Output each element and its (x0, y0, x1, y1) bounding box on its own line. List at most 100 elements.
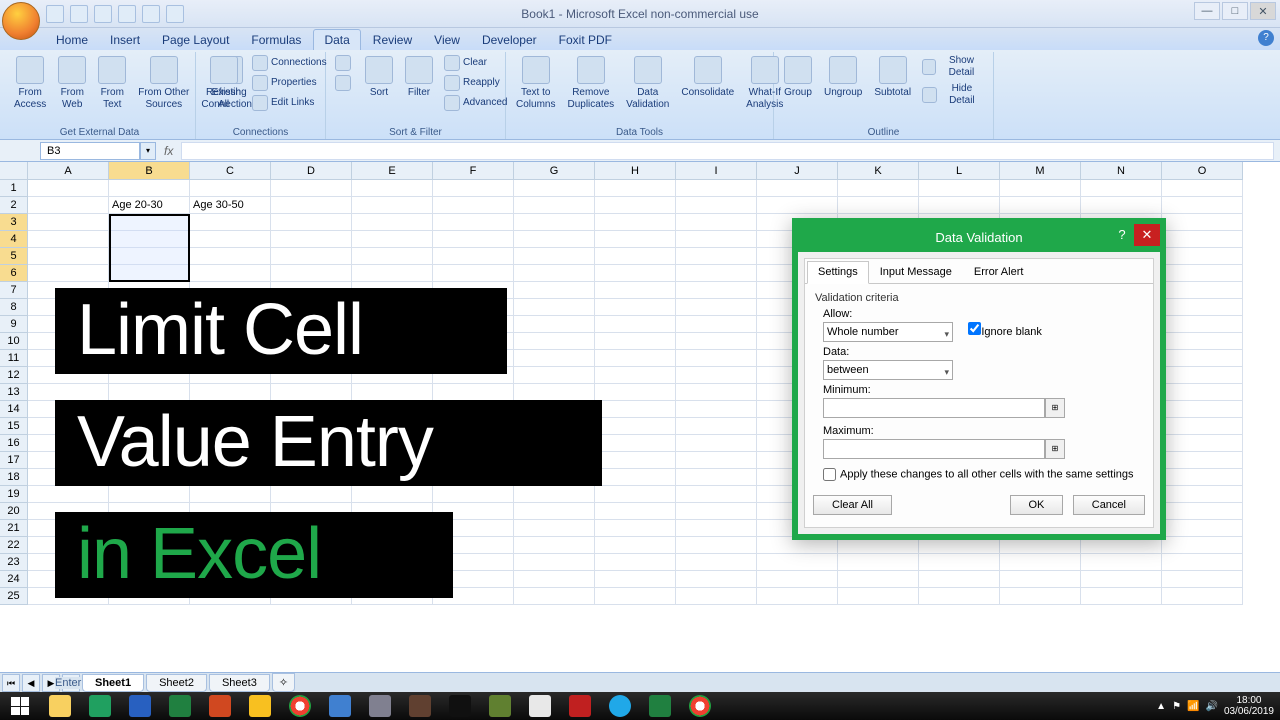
cell[interactable] (1162, 588, 1243, 605)
cell[interactable] (352, 265, 433, 282)
col-header[interactable]: M (1000, 162, 1081, 180)
cell[interactable] (595, 316, 676, 333)
row-header[interactable]: 19 (0, 486, 28, 503)
sheet-tab[interactable]: Sheet1 (82, 674, 144, 692)
cell[interactable] (595, 367, 676, 384)
taskbar-cmd-icon[interactable] (440, 692, 480, 720)
cell[interactable] (1162, 537, 1243, 554)
cell[interactable] (514, 367, 595, 384)
cell[interactable] (676, 554, 757, 571)
cell[interactable] (676, 248, 757, 265)
taskbar-calc-icon[interactable] (640, 692, 680, 720)
cell[interactable] (1162, 197, 1243, 214)
cell[interactable] (757, 180, 838, 197)
cell[interactable] (190, 248, 271, 265)
cell[interactable] (1000, 571, 1081, 588)
cell[interactable] (190, 214, 271, 231)
cell[interactable] (514, 571, 595, 588)
row-header[interactable]: 9 (0, 316, 28, 333)
cell[interactable] (190, 231, 271, 248)
tray-up-icon[interactable]: ▲ (1156, 701, 1166, 712)
minimum-range-icon[interactable]: ⊞ (1045, 398, 1065, 418)
ignore-blank-checkbox[interactable] (968, 322, 981, 335)
cell[interactable] (1162, 435, 1243, 452)
cell[interactable] (676, 537, 757, 554)
cell[interactable] (838, 571, 919, 588)
cell[interactable] (1162, 452, 1243, 469)
cell[interactable] (676, 452, 757, 469)
cell[interactable] (595, 554, 676, 571)
row-header[interactable]: 15 (0, 418, 28, 435)
cell[interactable] (1000, 180, 1081, 197)
system-tray[interactable]: ▲ ⚑ 📶 🔊 18:00 03/06/2019 (1156, 695, 1280, 717)
col-header[interactable]: J (757, 162, 838, 180)
tab-error-alert[interactable]: Error Alert (963, 261, 1035, 283)
office-button[interactable] (2, 2, 40, 40)
cell[interactable] (271, 180, 352, 197)
cell[interactable] (757, 588, 838, 605)
from-text-button[interactable]: From Text (94, 54, 130, 113)
cell[interactable] (676, 486, 757, 503)
name-box-dropdown-icon[interactable]: ▾ (140, 142, 156, 160)
cell[interactable] (1162, 248, 1243, 265)
row-header[interactable]: 14 (0, 401, 28, 418)
cell[interactable] (676, 282, 757, 299)
tab-formulas[interactable]: Formulas (241, 30, 311, 50)
connections-button[interactable]: Connections (249, 54, 330, 72)
cell[interactable] (1162, 333, 1243, 350)
row-header[interactable]: 24 (0, 571, 28, 588)
cell[interactable] (595, 537, 676, 554)
cell[interactable] (676, 197, 757, 214)
tray-volume-icon[interactable]: 🔊 (1205, 701, 1217, 712)
cell[interactable] (271, 214, 352, 231)
cell[interactable] (514, 537, 595, 554)
cell[interactable] (676, 299, 757, 316)
row-header[interactable]: 2 (0, 197, 28, 214)
cell[interactable] (595, 265, 676, 282)
cell[interactable] (595, 486, 676, 503)
cell[interactable] (514, 214, 595, 231)
cell[interactable] (676, 367, 757, 384)
cell[interactable] (676, 588, 757, 605)
cell[interactable] (352, 384, 433, 401)
cell[interactable] (1162, 299, 1243, 316)
cell[interactable] (28, 265, 109, 282)
sheet-tab[interactable]: Sheet2 (146, 674, 207, 692)
cell[interactable]: Age 20-30 (109, 197, 190, 214)
reapply-button[interactable]: Reapply (441, 74, 510, 92)
cell[interactable] (352, 180, 433, 197)
cell[interactable] (433, 384, 514, 401)
clear-button[interactable]: Clear (441, 54, 510, 72)
cell[interactable] (109, 384, 190, 401)
cell[interactable] (1000, 554, 1081, 571)
col-header[interactable]: E (352, 162, 433, 180)
sort-za-button[interactable] (332, 74, 357, 92)
formula-input[interactable] (181, 142, 1274, 160)
row-header[interactable]: 10 (0, 333, 28, 350)
cell[interactable] (271, 197, 352, 214)
cell[interactable] (1162, 350, 1243, 367)
tab-view[interactable]: View (424, 30, 470, 50)
tab-insert[interactable]: Insert (100, 30, 150, 50)
cell[interactable] (1162, 384, 1243, 401)
taskbar-app-icon[interactable] (400, 692, 440, 720)
cell[interactable] (838, 554, 919, 571)
cell[interactable] (676, 180, 757, 197)
cell[interactable] (757, 571, 838, 588)
tab-data[interactable]: Data (313, 29, 360, 50)
row-header[interactable]: 25 (0, 588, 28, 605)
ok-button[interactable]: OK (1010, 495, 1064, 515)
cell[interactable] (514, 486, 595, 503)
cell[interactable] (757, 554, 838, 571)
row-header[interactable]: 5 (0, 248, 28, 265)
taskbar-word-icon[interactable] (120, 692, 160, 720)
clock[interactable]: 18:00 03/06/2019 (1224, 695, 1274, 717)
row-header[interactable]: 4 (0, 231, 28, 248)
clear-all-button[interactable]: Clear All (813, 495, 892, 515)
cell[interactable] (28, 214, 109, 231)
cell[interactable] (514, 248, 595, 265)
cell[interactable] (190, 180, 271, 197)
dialog-help-icon[interactable]: ? (1112, 224, 1132, 246)
cell[interactable] (676, 503, 757, 520)
cell[interactable] (1162, 316, 1243, 333)
